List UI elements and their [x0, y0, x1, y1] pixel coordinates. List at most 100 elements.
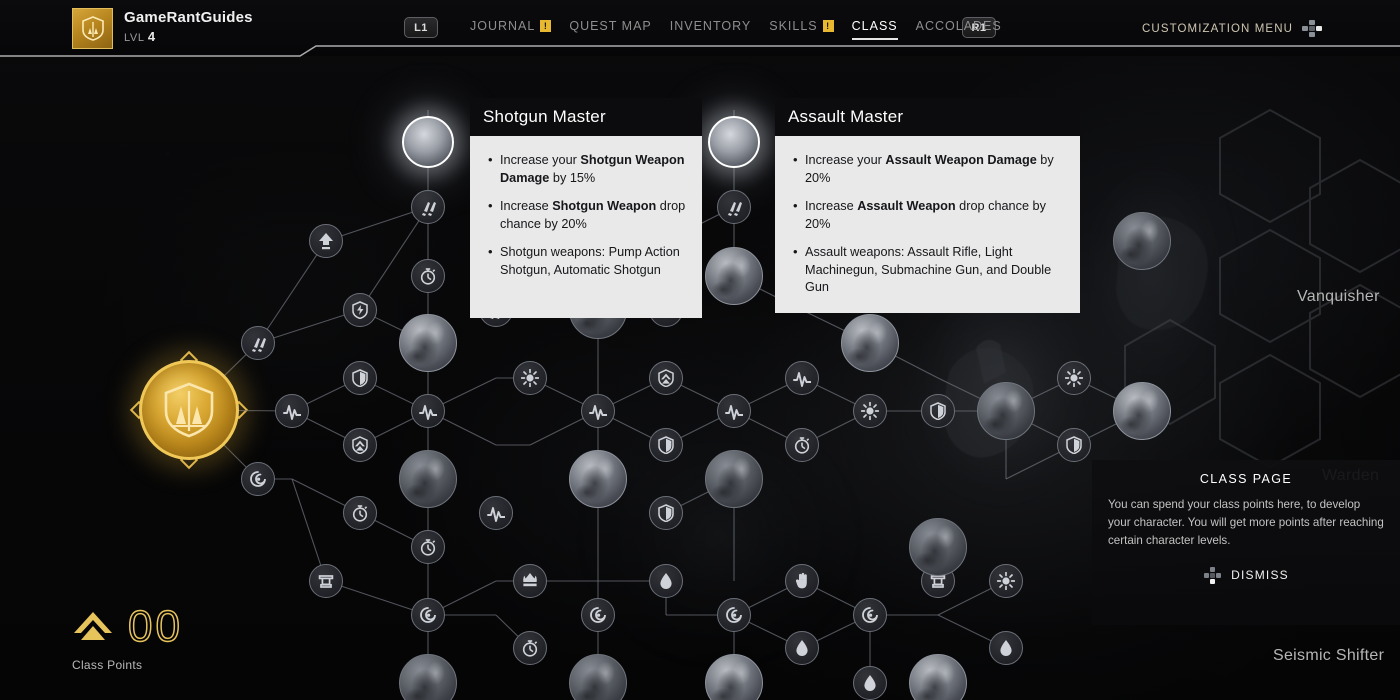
skill-node[interactable] [1113, 212, 1171, 270]
skill-node[interactable] [705, 654, 763, 700]
skill-node[interactable] [649, 428, 683, 462]
skill-node[interactable] [1057, 361, 1091, 395]
skill-node[interactable] [785, 631, 819, 665]
nav-item-skills[interactable]: SKILLS! [769, 19, 833, 40]
skill-node[interactable] [977, 382, 1035, 440]
perk-portrait-icon [1133, 232, 1151, 250]
tooltip-bullet: Increase Shotgun Weapon drop chance by 2… [486, 198, 688, 233]
perk-portrait-icon [725, 133, 743, 151]
skill-node[interactable] [241, 326, 275, 360]
skill-node[interactable] [853, 598, 887, 632]
skill-node[interactable] [513, 361, 547, 395]
skill-node[interactable] [241, 462, 275, 496]
nav-item-journal[interactable]: JOURNAL! [470, 19, 551, 40]
skill-node[interactable] [717, 190, 751, 224]
skill-node[interactable] [717, 598, 751, 632]
main-navigation: JOURNAL! QUEST MAP INVENTORY SKILLS! CLASS AC… [470, 19, 1002, 40]
skill-node[interactable] [513, 564, 547, 598]
skill-node[interactable] [411, 394, 445, 428]
stopwatch-icon [419, 538, 437, 556]
skill-node[interactable] [909, 518, 967, 576]
skill-node[interactable] [581, 598, 615, 632]
skill-node[interactable] [708, 116, 760, 168]
class-label-vanquisher[interactable]: Vanquisher [1297, 288, 1380, 306]
perk-portrait-icon [997, 402, 1015, 420]
skill-node[interactable] [343, 361, 377, 395]
skill-node[interactable] [411, 259, 445, 293]
skill-node[interactable] [343, 496, 377, 530]
skill-node[interactable] [909, 654, 967, 700]
class-points-value: 00 [128, 605, 183, 649]
skill-node[interactable] [705, 247, 763, 305]
skill-node[interactable] [569, 654, 627, 700]
nav-item-class[interactable]: CLASS [852, 19, 898, 40]
class-label-seismic-shifter[interactable]: Seismic Shifter [1273, 647, 1384, 665]
bumper-l1-button[interactable]: L1 [404, 17, 438, 38]
skill-node[interactable] [275, 394, 309, 428]
shield-crest-icon [82, 16, 104, 41]
skill-node[interactable] [989, 631, 1023, 665]
skill-node[interactable] [921, 394, 955, 428]
skill-node[interactable] [479, 496, 513, 530]
skill-node[interactable] [309, 224, 343, 258]
bullets-icon [419, 198, 437, 216]
skill-node[interactable] [785, 361, 819, 395]
dpad-icon [1302, 20, 1322, 37]
vortex-icon [419, 606, 437, 624]
sunburst-icon [1065, 369, 1083, 387]
hand-icon [793, 572, 811, 590]
skill-node[interactable] [989, 564, 1023, 598]
skill-node[interactable] [399, 314, 457, 372]
skill-node[interactable] [399, 654, 457, 700]
class-skill-tree-screen: Vanquisher Warden Seismic Shifter 00 Cla… [0, 0, 1400, 700]
tooltip-bullet: Shotgun weapons: Pump Action Shotgun, Au… [486, 244, 688, 279]
skill-node[interactable] [343, 428, 377, 462]
class-page-title: CLASS PAGE [1092, 460, 1400, 496]
nav-item-label: SKILLS [769, 19, 817, 33]
skill-node[interactable] [853, 394, 887, 428]
skill-node[interactable] [513, 631, 547, 665]
skill-node[interactable] [853, 666, 887, 700]
skill-node[interactable] [411, 598, 445, 632]
skill-node[interactable] [705, 450, 763, 508]
bullets-icon [725, 198, 743, 216]
nav-item-inventory[interactable]: INVENTORY [670, 19, 751, 40]
skill-node[interactable] [1057, 428, 1091, 462]
skill-node[interactable] [309, 564, 343, 598]
skill-node[interactable] [785, 564, 819, 598]
vortex-icon [725, 606, 743, 624]
skill-node[interactable] [402, 116, 454, 168]
nav-item-accolades[interactable]: ACCOLADES [916, 19, 1002, 40]
sunburst-icon [521, 369, 539, 387]
skill-node[interactable] [1113, 382, 1171, 440]
perk-portrait-icon [1133, 402, 1151, 420]
customization-menu-button[interactable]: CUSTOMIZATION MENU [1142, 20, 1322, 37]
tooltip-bullet: Increase Assault Weapon drop chance by 2… [791, 198, 1066, 233]
class-points-indicator: 00 Class Points [72, 605, 183, 672]
skill-node[interactable] [649, 564, 683, 598]
skill-node[interactable] [411, 190, 445, 224]
perk-portrait-icon [929, 674, 947, 692]
skill-node[interactable] [649, 361, 683, 395]
shield-icon [657, 436, 675, 454]
pulse-icon [487, 504, 505, 522]
skill-node[interactable] [785, 428, 819, 462]
nav-item-quest-map[interactable]: QUEST MAP [569, 19, 651, 40]
skill-node[interactable] [399, 450, 457, 508]
skill-node[interactable] [841, 314, 899, 372]
tooltip-assault-master: Assault Master Increase your Assault Wea… [775, 98, 1080, 313]
dismiss-button[interactable]: DISMISS [1092, 566, 1400, 585]
stopwatch-icon [351, 504, 369, 522]
tooltip-bullet: Increase your Assault Weapon Damage by 2… [791, 152, 1066, 187]
skill-node[interactable] [649, 496, 683, 530]
perk-portrait-icon [929, 538, 947, 556]
skill-node[interactable] [581, 394, 615, 428]
skill-node[interactable] [717, 394, 751, 428]
skill-node-root[interactable] [139, 360, 239, 460]
skill-node[interactable] [343, 293, 377, 327]
skill-node[interactable] [569, 450, 627, 508]
pulse-icon [725, 402, 743, 420]
player-level-label: LVL [124, 32, 144, 44]
skill-node[interactable] [411, 530, 445, 564]
vortex-icon [589, 606, 607, 624]
